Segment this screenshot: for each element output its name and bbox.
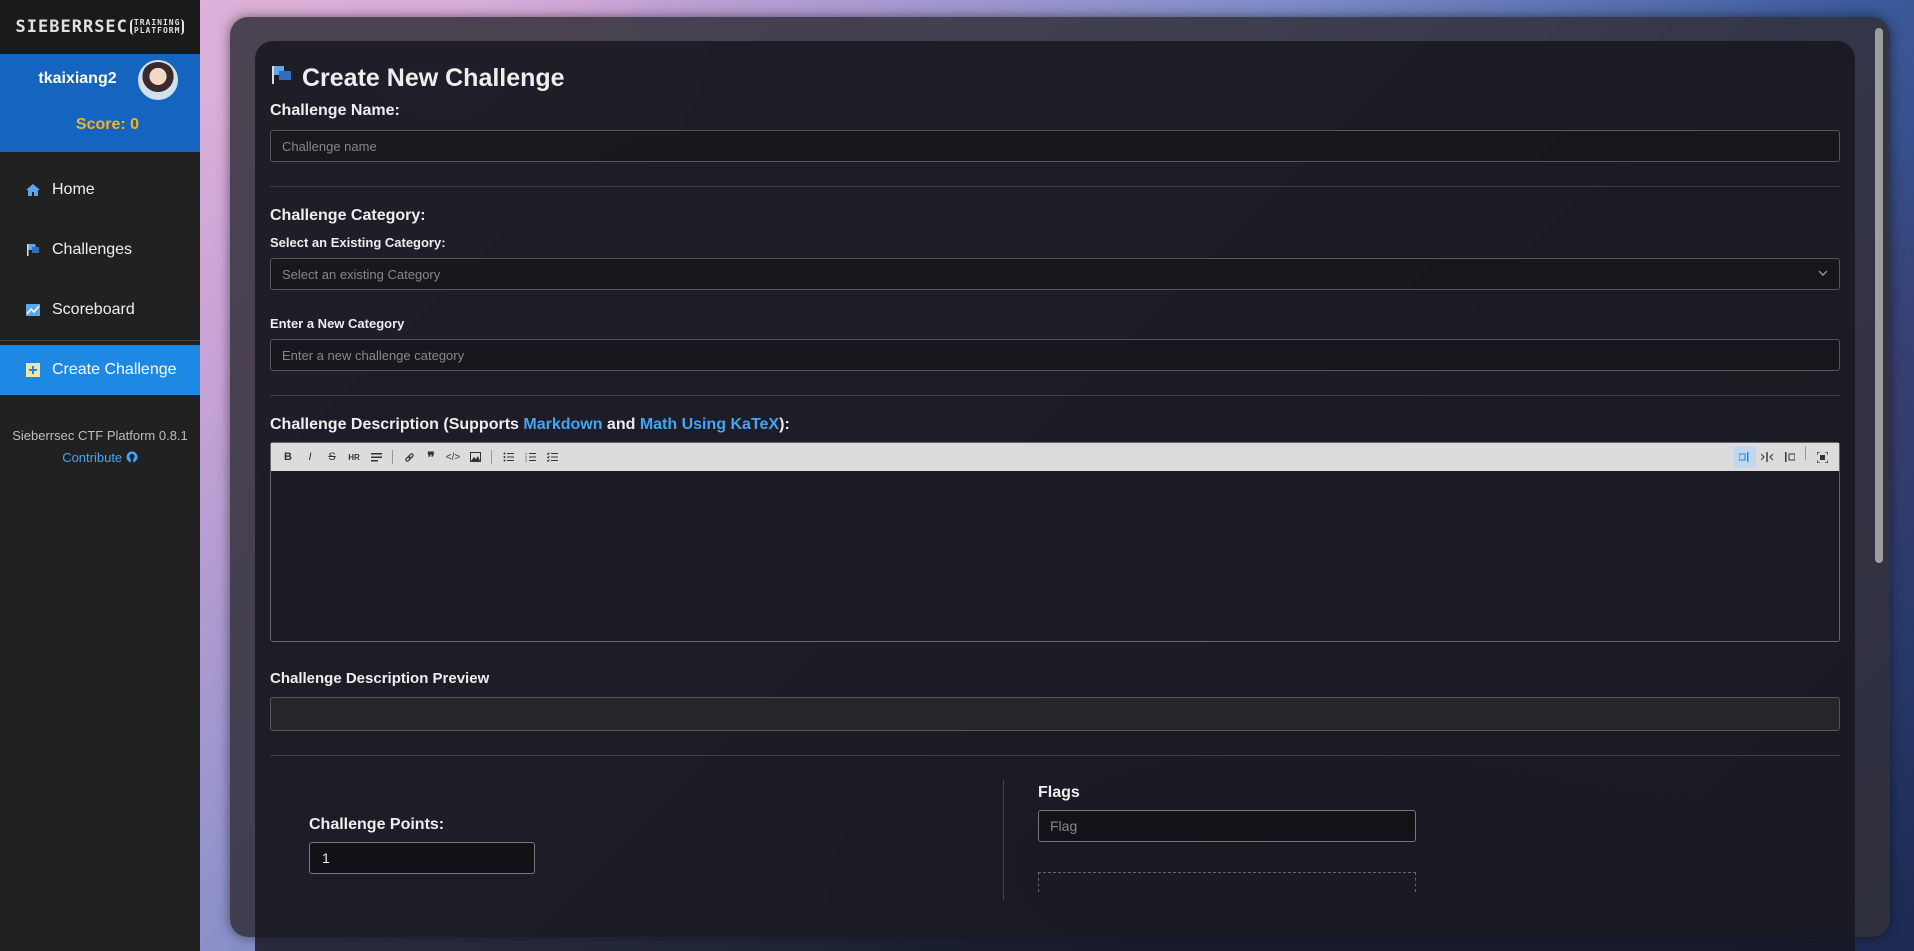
divider [270,395,1840,396]
editor-toolbar: B I S HR ❞ </> 123 [271,443,1839,471]
challenge-category-label: Challenge Category: [270,207,426,224]
username[interactable]: tkaixiang2 [0,70,155,88]
preview-toggle-icon[interactable] [1734,446,1756,468]
contribute-link[interactable]: Contribute [62,450,138,465]
italic-button[interactable]: I [299,446,321,468]
svg-text:3: 3 [525,459,527,462]
version-text: Sieberrsec CTF Platform 0.8.1 [12,428,188,443]
numbered-list-icon[interactable]: 123 [519,446,541,468]
sidebar-item-label: Challenges [52,241,133,258]
challenge-points-input[interactable]: 1 [309,842,535,874]
logo[interactable]: SIEBERRSEC TRAINING PLATFORM [0,0,200,54]
toolbar-separator [392,450,393,464]
link-icon[interactable] [398,446,420,468]
bullet-list-icon[interactable] [497,446,519,468]
fullscreen-icon[interactable] [1811,446,1833,468]
page-title: Create New Challenge [270,59,1840,97]
sidebar-item-label: Create Challenge [52,361,177,378]
sidebar-item-create-challenge[interactable]: Create Challenge [0,345,200,395]
toolbar-separator [1805,446,1806,460]
quote-icon[interactable]: ❞ [420,446,442,468]
user-card: tkaixiang2 Score: 0 [0,54,200,152]
checklist-icon[interactable] [541,446,563,468]
logo-text: SIEBERRSEC [15,17,128,37]
sidebar-item-label: Scoreboard [52,301,135,318]
strikethrough-button[interactable]: S [321,446,343,468]
sidebar: SIEBERRSEC TRAINING PLATFORM tkaixiang2 … [0,0,200,951]
logo-subtitle: TRAINING PLATFORM [129,19,185,35]
sidebar-item-label: Home [52,181,95,198]
sidebar-item-home[interactable]: Home [0,168,200,212]
split-view-icon[interactable] [1756,446,1778,468]
new-category-input[interactable]: Enter a new challenge category [270,339,1840,371]
bold-button[interactable]: B [277,446,299,468]
flag-input[interactable]: Flag [1038,810,1416,842]
chevron-down-icon [1817,267,1829,282]
score: Score: 0 [75,116,140,133]
column-divider [1003,780,1004,900]
divider [270,186,1840,187]
scrollbar[interactable] [1875,28,1883,563]
toolbar-right [1734,446,1833,468]
flag-icon [270,64,294,93]
image-icon[interactable] [464,446,486,468]
new-category-label: Enter a New Category [270,316,405,331]
markdown-link[interactable]: Markdown [523,416,602,433]
existing-category-select[interactable]: Select an existing Category [270,258,1840,290]
challenge-name-input[interactable]: Challenge name [270,130,1840,162]
horizontal-rule-button[interactable]: HR [343,446,365,468]
markdown-editor: B I S HR ❞ </> 123 [270,442,1840,642]
version-info: Sieberrsec CTF Platform 0.8.1 Contribute [0,425,200,469]
challenge-description-label: Challenge Description (Supports Markdown… [270,416,790,433]
nav-menu: Home Challenges Scoreboard Create Challe… [0,168,200,395]
points-flags-section: Challenge Points: 1 Flags Flag [270,756,1840,900]
existing-category-label: Select an Existing Category: [270,235,446,250]
edit-view-icon[interactable] [1778,446,1800,468]
plus-square-icon [24,361,42,379]
challenge-points-label: Challenge Points: [309,816,445,833]
heading-button[interactable] [365,446,387,468]
sidebar-item-scoreboard[interactable]: Scoreboard [0,288,200,332]
description-textarea[interactable] [271,471,1839,641]
flag-icon [24,241,42,259]
nav-divider [0,340,200,341]
flags-label: Flags [1038,784,1080,801]
chart-icon [24,301,42,319]
avatar[interactable] [138,60,178,100]
flags-column: Flags Flag [990,756,1416,892]
sidebar-item-challenges[interactable]: Challenges [0,228,200,272]
points-column: Challenge Points: 1 [270,756,990,892]
challenge-name-label: Challenge Name: [270,102,400,119]
github-icon [126,450,138,465]
toolbar-separator [491,450,492,464]
code-icon[interactable]: </> [442,446,464,468]
description-preview [270,697,1840,731]
katex-link[interactable]: Math Using KaTeX [640,416,779,433]
create-challenge-form: Create New Challenge Challenge Name: Cha… [255,41,1855,951]
add-flag-area[interactable] [1038,872,1416,892]
home-icon [24,181,42,199]
description-preview-label: Challenge Description Preview [270,670,490,687]
